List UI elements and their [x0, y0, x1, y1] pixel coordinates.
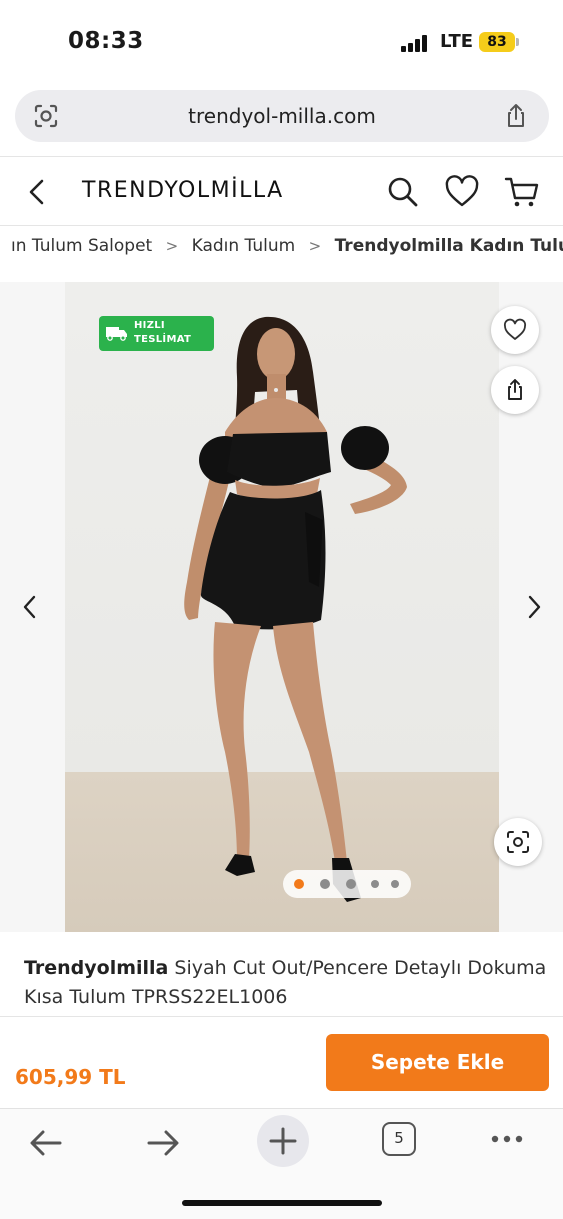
product-gallery[interactable]: HIZLI TESLİMAT — [0, 282, 563, 932]
battery-tip — [516, 38, 519, 46]
battery-icon: 83 — [479, 32, 515, 52]
new-tab-plus-icon — [269, 1127, 297, 1155]
pagination-dot[interactable] — [320, 879, 330, 889]
breadcrumb-separator: > — [165, 237, 179, 255]
site-header: TRENDYOLMİLLA — [0, 156, 563, 226]
pagination-dot[interactable] — [371, 880, 379, 888]
image-pagination[interactable] — [283, 870, 411, 898]
product-brand[interactable]: Trendyolmilla — [24, 957, 168, 979]
forward-arrow-icon[interactable] — [143, 1123, 183, 1163]
heart-icon — [503, 318, 527, 340]
home-indicator[interactable] — [182, 1200, 382, 1206]
tabs-button[interactable]: 5 — [382, 1122, 416, 1156]
product-price: 605,99 TL — [15, 1065, 126, 1089]
pagination-dot[interactable] — [294, 879, 304, 889]
share-button[interactable] — [491, 366, 539, 414]
signal-icon — [401, 34, 431, 52]
purchase-bar: 605,99 TL Sepete Ekle — [0, 1016, 563, 1108]
address-bar[interactable]: trendyol-milla.com — [15, 90, 549, 142]
product-title: Trendyolmilla Siyah Cut Out/Pencere Deta… — [24, 954, 549, 1012]
lens-scan-icon — [507, 831, 529, 853]
model-figure — [184, 316, 407, 902]
status-time: 08:33 — [68, 28, 144, 54]
network-type: LTE — [440, 31, 474, 52]
next-image-arrow-icon[interactable] — [523, 592, 545, 622]
share-icon[interactable] — [502, 102, 530, 130]
breadcrumb-separator: > — [308, 237, 322, 255]
heart-icon[interactable] — [444, 174, 480, 210]
visual-search-button[interactable] — [494, 818, 542, 866]
breadcrumb-item[interactable]: ın Tulum Salopet — [11, 236, 152, 256]
breadcrumb-current[interactable]: Trendyolmilla Kadın Tulum — [335, 236, 563, 256]
back-arrow-icon[interactable] — [26, 1123, 66, 1163]
brand-logo[interactable]: TRENDYOLMİLLA — [82, 178, 284, 203]
share-icon — [508, 379, 522, 400]
search-icon[interactable] — [385, 174, 421, 210]
pagination-dot[interactable] — [346, 879, 356, 889]
new-tab-button[interactable] — [257, 1115, 309, 1167]
previous-image-arrow-icon[interactable] — [19, 592, 41, 622]
badge-line1: HIZLI — [134, 320, 165, 331]
back-chevron-icon[interactable] — [20, 174, 56, 210]
url-text[interactable]: trendyol-milla.com — [15, 104, 549, 128]
product-image[interactable]: HIZLI TESLİMAT — [65, 282, 499, 932]
badge-line2: TESLİMAT — [134, 334, 192, 345]
more-icon[interactable] — [488, 1123, 528, 1163]
status-bar: 08:33 LTE 83 — [0, 0, 563, 84]
pagination-dot[interactable] — [391, 880, 399, 888]
breadcrumb: ın Tulum Salopet > Kadın Tulum > Trendyo… — [0, 228, 563, 276]
favorite-button[interactable] — [491, 306, 539, 354]
delivery-truck-icon — [106, 327, 127, 341]
cart-icon[interactable] — [504, 174, 540, 210]
breadcrumb-item[interactable]: Kadın Tulum — [192, 236, 296, 256]
add-to-cart-button[interactable]: Sepete Ekle — [326, 1034, 549, 1091]
fast-delivery-badge: HIZLI TESLİMAT — [99, 316, 214, 351]
